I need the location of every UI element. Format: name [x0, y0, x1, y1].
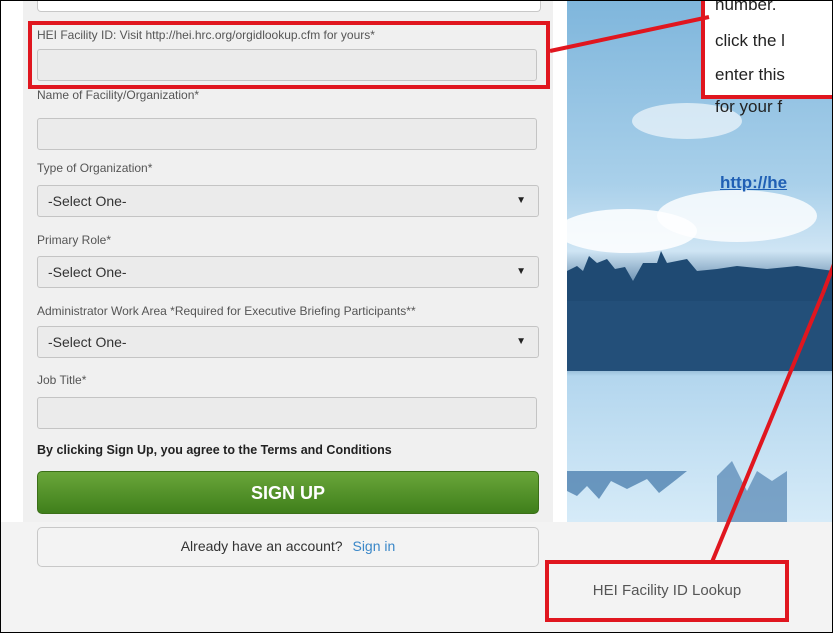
arrow-to-lookup-link	[710, 292, 825, 563]
arrow-to-facility-field	[549, 15, 710, 53]
annotation-arrows	[549, 15, 832, 563]
screenshot-frame: HEI Facility ID: Visit http://hei.hrc.or…	[0, 0, 833, 633]
